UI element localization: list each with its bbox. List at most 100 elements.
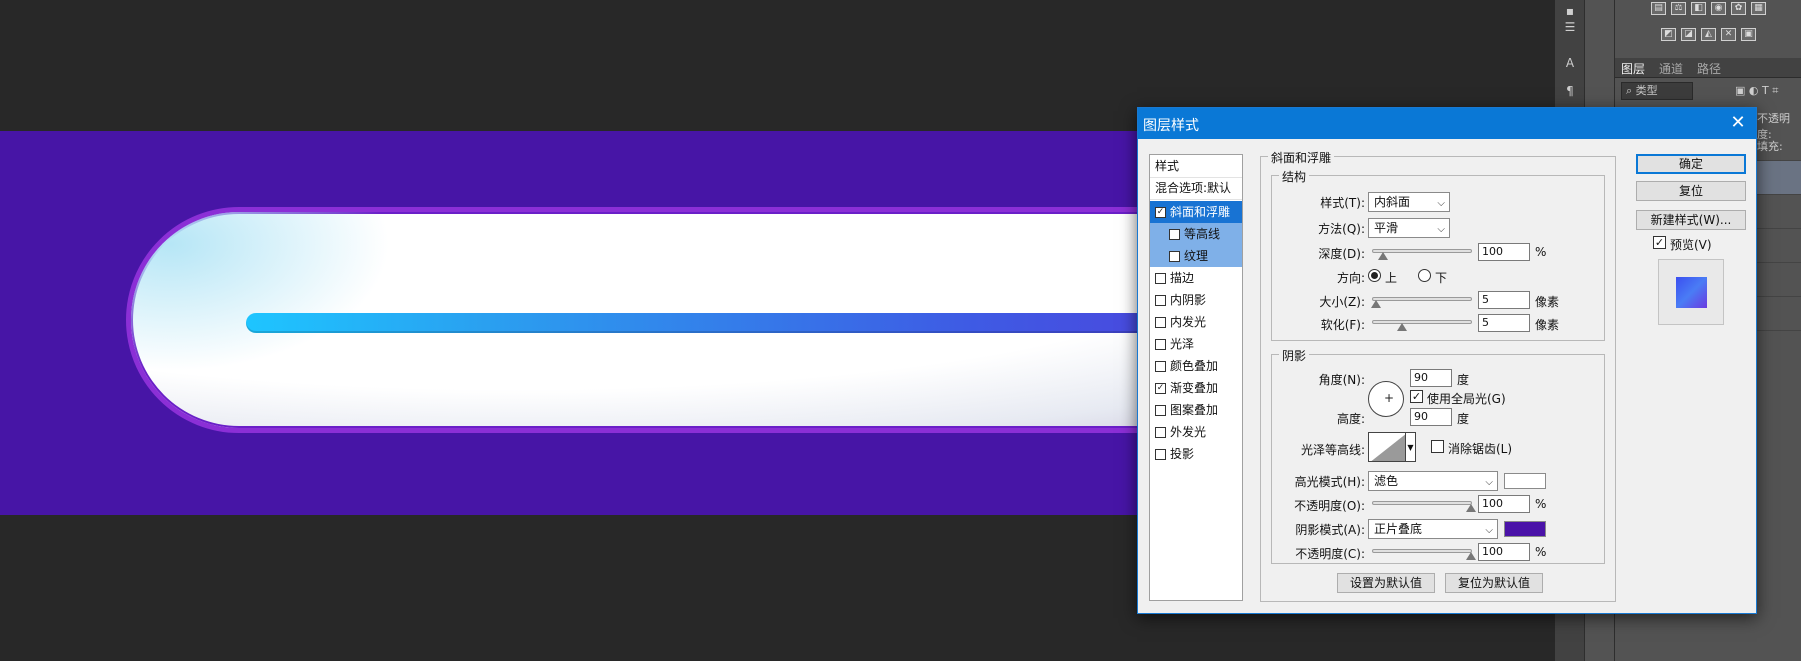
style-checkbox[interactable] [1155, 427, 1166, 438]
style-item-7[interactable]: 颜色叠加 [1150, 355, 1242, 377]
tab-paths[interactable]: 路径 [1697, 60, 1721, 77]
highlight-opacity-slider[interactable] [1372, 501, 1476, 512]
grid-icon[interactable]: ▦ [1751, 2, 1766, 15]
shadow-opacity-label: 不透明度(C): [1295, 547, 1365, 561]
mixer-icon[interactable]: ✿ [1731, 2, 1746, 15]
contour-dropdown-icon[interactable]: ▼ [1406, 432, 1416, 462]
style-item-3[interactable]: 描边 [1150, 267, 1242, 289]
preview-label: 预览(V) [1670, 238, 1712, 252]
angle-input[interactable]: 90 [1410, 369, 1452, 387]
gradient-map-icon[interactable]: ✕ [1721, 28, 1736, 41]
balance-icon[interactable]: ⚖ [1671, 2, 1686, 15]
dialog-titlebar[interactable]: 图层样式 ✕ [1138, 108, 1756, 139]
highlight-opacity-input[interactable]: 100 [1478, 495, 1530, 513]
style-item-label: 图案叠加 [1170, 403, 1219, 417]
shadow-color-swatch[interactable] [1504, 521, 1546, 537]
depth-slider[interactable] [1372, 249, 1472, 260]
size-slider-knob[interactable] [1370, 300, 1381, 308]
gloss-contour-thumbnail[interactable] [1368, 432, 1406, 462]
style-checkbox[interactable] [1155, 405, 1166, 416]
highlight-color-swatch[interactable] [1504, 473, 1546, 489]
technique-select[interactable]: 平滑 ⌵ [1368, 218, 1450, 238]
size-label: 大小(Z): [1319, 295, 1365, 309]
tab-channels[interactable]: 通道 [1659, 60, 1683, 77]
reset-button[interactable]: 复位 [1636, 181, 1746, 201]
style-item-label: 颜色叠加 [1170, 359, 1219, 373]
character-icon[interactable]: A [1563, 56, 1577, 70]
size-slider[interactable] [1370, 297, 1472, 308]
style-checkbox[interactable] [1155, 273, 1166, 284]
style-item-10[interactable]: 外发光 [1150, 421, 1242, 443]
style-item-5[interactable]: 内发光 [1150, 311, 1242, 333]
soften-slider[interactable] [1372, 320, 1472, 331]
style-checkbox[interactable]: ✓ [1155, 207, 1166, 218]
highlight-opacity-knob[interactable] [1466, 504, 1476, 512]
style-item-2[interactable]: 纹理 [1150, 245, 1242, 267]
layer-filter-select[interactable]: ⌕ 类型 [1621, 82, 1693, 100]
shadow-mode-select[interactable]: 正片叠底 ⌵ [1368, 519, 1498, 539]
style-item-label: 光泽 [1170, 337, 1195, 351]
ok-button[interactable]: 确定 [1636, 154, 1746, 174]
shadow-mode-value: 正片叠底 [1374, 522, 1423, 536]
style-item-label: 投影 [1170, 447, 1195, 461]
shadow-opacity-input[interactable]: 100 [1478, 543, 1530, 561]
style-checkbox[interactable] [1155, 449, 1166, 460]
angle-dial[interactable]: + [1368, 381, 1404, 417]
style-item-6[interactable]: 光泽 [1150, 333, 1242, 355]
technique-label: 方法(Q): [1318, 222, 1365, 236]
direction-label: 方向: [1336, 271, 1365, 285]
posterize-icon[interactable]: ◪ [1681, 28, 1696, 41]
altitude-input[interactable]: 90 [1410, 408, 1452, 426]
threshold-icon[interactable]: ◭ [1701, 28, 1716, 41]
depth-input[interactable]: 100 [1478, 243, 1530, 261]
shadow-opacity-slider[interactable] [1372, 549, 1476, 560]
tab-layers[interactable]: 图层 [1621, 60, 1645, 77]
size-input[interactable]: 5 [1478, 291, 1530, 309]
bevel-emboss-group: 斜面和浮雕 结构 样式(T): 内斜面 ⌵ 方法(Q): 平滑 ⌵ 深度(D): 1… [1260, 149, 1616, 602]
depth-slider-knob[interactable] [1377, 252, 1388, 260]
highlight-mode-select[interactable]: 滤色 ⌵ [1368, 471, 1498, 491]
style-item-11[interactable]: 投影 [1150, 443, 1242, 465]
style-checkbox[interactable] [1155, 295, 1166, 306]
soften-input[interactable]: 5 [1478, 314, 1530, 332]
filter-icons[interactable]: ▣ ◐ T ⌗ [1735, 84, 1778, 98]
soften-slider-knob[interactable] [1397, 323, 1408, 331]
grip-icon[interactable]: ▪ [1563, 4, 1577, 18]
technique-value: 平滑 [1374, 221, 1399, 235]
paragraph-icon[interactable]: ¶ [1563, 84, 1577, 98]
direction-down-radio[interactable] [1418, 269, 1431, 282]
anti-alias-checkbox[interactable] [1431, 440, 1444, 453]
layer-filter-label: 类型 [1635, 84, 1658, 97]
camera-icon[interactable]: ◉ [1711, 2, 1726, 15]
style-item-8[interactable]: ✓ 渐变叠加 [1150, 377, 1242, 399]
style-checkbox[interactable] [1169, 229, 1180, 240]
depth-unit: % [1535, 245, 1547, 259]
selective-color-icon[interactable]: ▣ [1741, 28, 1756, 41]
adjust-icon[interactable]: ☰ [1563, 20, 1577, 34]
levels-icon[interactable]: ▤ [1651, 2, 1666, 15]
bevel-style-select[interactable]: 内斜面 ⌵ [1368, 192, 1450, 212]
style-item-9[interactable]: 图案叠加 [1150, 399, 1242, 421]
highlight-opacity-label: 不透明度(O): [1294, 499, 1365, 513]
style-item-0[interactable]: ✓ 斜面和浮雕 [1150, 201, 1242, 223]
style-item-1[interactable]: 等高线 [1150, 223, 1242, 245]
shadow-opacity-knob[interactable] [1466, 552, 1476, 560]
style-checkbox[interactable] [1155, 317, 1166, 328]
reset-default-button[interactable]: 复位为默认值 [1445, 573, 1543, 593]
global-light-checkbox[interactable]: ✓ [1410, 390, 1423, 403]
preview-checkbox[interactable]: ✓ [1653, 236, 1666, 249]
styles-header[interactable]: 样式 [1155, 157, 1179, 174]
style-checkbox[interactable] [1155, 361, 1166, 372]
style-checkbox[interactable] [1155, 339, 1166, 350]
blend-options[interactable]: 混合选项:默认 [1155, 179, 1231, 196]
bw-icon[interactable]: ◧ [1691, 2, 1706, 15]
style-checkbox[interactable] [1169, 251, 1180, 262]
chevron-down-icon: ⌵ [1437, 198, 1445, 209]
make-default-button[interactable]: 设置为默认值 [1337, 573, 1435, 593]
invert-icon[interactable]: ◩ [1661, 28, 1676, 41]
new-style-button[interactable]: 新建样式(W)... [1636, 210, 1746, 230]
style-item-4[interactable]: 内阴影 [1150, 289, 1242, 311]
direction-up-radio[interactable] [1368, 269, 1381, 282]
style-checkbox[interactable]: ✓ [1155, 383, 1166, 394]
close-icon[interactable]: ✕ [1726, 112, 1750, 134]
